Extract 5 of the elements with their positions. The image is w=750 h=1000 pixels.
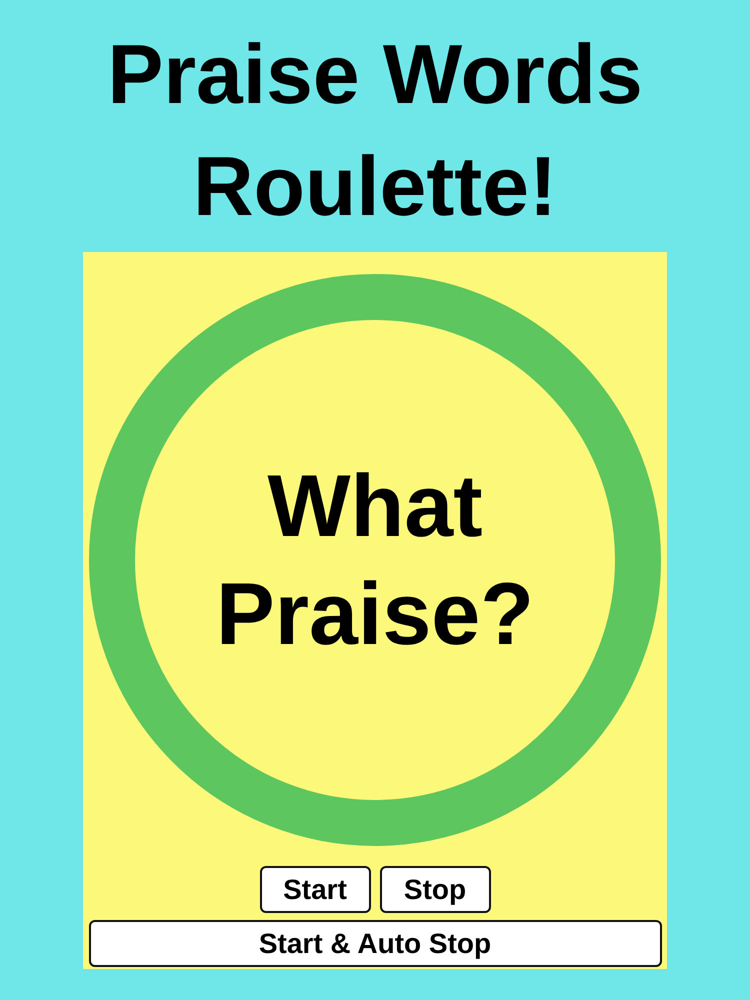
control-button[interactable]: Start bbox=[260, 866, 370, 913]
roulette-text: What Praise? bbox=[215, 455, 535, 665]
app-title: Praise Words Roulette! bbox=[106, 26, 644, 235]
control-button[interactable]: Stop bbox=[380, 866, 490, 913]
auto-stop-button[interactable]: Start & Auto Stop bbox=[88, 920, 662, 967]
